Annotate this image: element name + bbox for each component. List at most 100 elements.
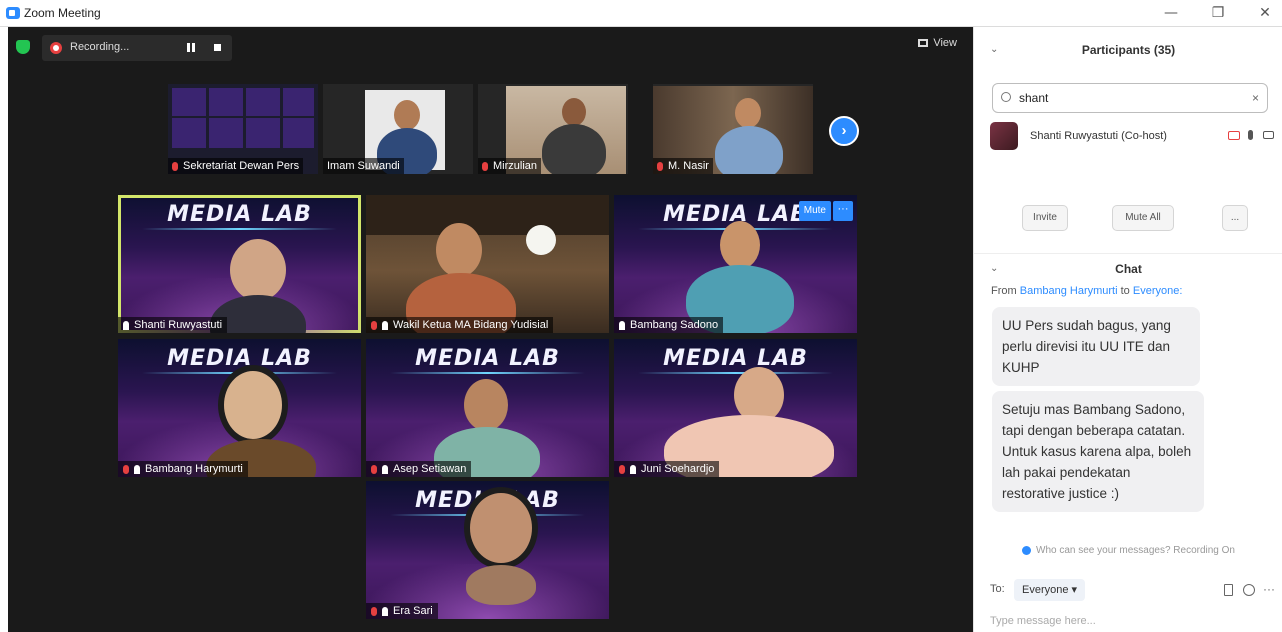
mute-all-button[interactable]: Mute All	[1112, 205, 1174, 231]
shared-gallery-preview	[172, 88, 314, 148]
next-page-arrow-icon[interactable]: ›	[829, 116, 859, 146]
tile-name: Shanti Ruwyastuti	[118, 317, 228, 333]
thumbnail-tile[interactable]: M. Nasir	[653, 84, 813, 174]
pin-icon	[382, 606, 388, 616]
thumbnail-name: Imam Suwandi	[323, 158, 404, 174]
maximize-button[interactable]: ❐	[1203, 3, 1233, 23]
thumbnail-name: M. Nasir	[653, 158, 713, 174]
view-label: View	[933, 37, 957, 49]
view-button[interactable]: View	[918, 37, 957, 49]
chat-sender-line: From Bambang Harymurti to Everyone:	[991, 285, 1183, 297]
mic-muted-icon	[371, 606, 377, 616]
file-share-icon[interactable]	[1224, 583, 1233, 596]
thumbnail-tile[interactable]: Sekretariat Dewan Pers	[168, 84, 318, 174]
participants-header: ⌄ Participants (35)	[974, 35, 1282, 65]
tile-name: Era Sari	[366, 603, 438, 619]
recording-bar: Recording...	[16, 35, 232, 61]
video-tile[interactable]: MEDIA LAB Asep Setiawan	[366, 339, 609, 477]
pin-icon	[382, 464, 388, 474]
participant-head	[735, 98, 761, 128]
mute-button[interactable]: Mute	[798, 201, 831, 221]
participant-head	[230, 239, 286, 301]
participant-body	[466, 565, 536, 605]
grid-view-icon	[918, 39, 929, 48]
zoom-app: Zoom Meeting — ❐ ✕ Recording... View Sek…	[0, 0, 1282, 632]
chat-message-input[interactable]	[990, 611, 1270, 631]
chat-recipient-row: To: Everyone ▾ ···	[990, 579, 1275, 601]
sender-name[interactable]: Bambang Harymurti	[1020, 285, 1118, 297]
stop-recording-icon[interactable]	[214, 44, 221, 51]
pin-icon	[123, 320, 129, 330]
recipient-name: Everyone:	[1132, 285, 1183, 297]
search-value: shant	[1019, 91, 1049, 105]
tile-name: Wakil Ketua MA Bidang Yudisial	[366, 317, 554, 333]
more-options-button[interactable]: ···	[833, 201, 853, 221]
pause-recording-icon[interactable]	[187, 43, 195, 52]
video-tile[interactable]: MEDIA LAB Juni Soehardjo	[614, 339, 857, 477]
video-tile[interactable]: MEDIA LAB Bambang Harymurti	[118, 339, 361, 477]
close-button[interactable]: ✕	[1250, 3, 1280, 23]
participants-title: Participants (35)	[1081, 43, 1176, 57]
participant-row[interactable]: Shanti Ruwyastuti (Co-host)	[990, 122, 1280, 152]
zoom-logo-icon	[6, 7, 20, 19]
camera-icon	[1263, 131, 1274, 140]
security-shield-icon[interactable]	[16, 40, 30, 54]
pin-icon	[630, 464, 636, 474]
thumbnail-tile[interactable]: Mirzulian	[478, 84, 628, 174]
chat-privacy-notice[interactable]: Who can see your messages? Recording On	[974, 545, 1282, 556]
invite-button[interactable]: Invite	[1022, 205, 1068, 231]
collapse-participants-chevron-icon[interactable]: ⌄	[990, 35, 998, 65]
chat-message: UU Pers sudah bagus, yang perlu direvisi…	[992, 307, 1200, 386]
flower-vase	[526, 225, 556, 255]
chat-more-icon[interactable]: ···	[1263, 582, 1275, 596]
pin-icon	[134, 464, 140, 474]
participant-head	[464, 379, 508, 431]
mic-muted-icon	[657, 161, 663, 171]
mic-muted-icon	[123, 464, 129, 474]
participant-body	[715, 126, 783, 174]
recipient-select[interactable]: Everyone ▾	[1014, 579, 1086, 601]
clear-search-icon[interactable]: ×	[1252, 84, 1259, 112]
video-tile[interactable]: MEDIA LAB Mute ··· Bambang Sadono	[614, 195, 857, 333]
collapse-chat-chevron-icon[interactable]: ⌄	[990, 254, 998, 284]
participant-head	[720, 221, 760, 269]
search-icon	[1001, 92, 1011, 102]
tile-name: Bambang Harymurti	[118, 461, 248, 477]
tile-name: Asep Setiawan	[366, 461, 472, 477]
emoji-icon[interactable]	[1243, 583, 1255, 596]
cloud-recording-icon	[50, 42, 62, 54]
participant-search-input[interactable]: shant ×	[992, 83, 1268, 113]
participant-head	[464, 487, 538, 569]
participant-head	[218, 365, 288, 445]
people-icon	[1022, 545, 1031, 555]
mic-muted-icon	[371, 320, 377, 330]
participant-head	[436, 223, 482, 277]
share-screen-icon	[1228, 130, 1240, 140]
mic-muted-icon	[371, 464, 377, 474]
title-bar: Zoom Meeting — ❐ ✕	[0, 0, 1282, 27]
pin-icon	[382, 320, 388, 330]
gallery-divider	[172, 116, 314, 118]
minimize-button[interactable]: —	[1156, 3, 1186, 23]
participant-head	[562, 98, 586, 126]
bookshelf	[366, 195, 609, 235]
participant-status-icons	[1228, 129, 1274, 141]
video-tile[interactable]: MEDIA LAB Era Sari	[366, 481, 609, 619]
media-lab-banner: MEDIA LAB	[614, 339, 857, 379]
recording-pill: Recording...	[42, 35, 232, 61]
chat-header: ⌄ Chat	[974, 253, 1282, 283]
thumbnail-name: Sekretariat Dewan Pers	[168, 158, 304, 174]
meeting-area: Recording... View Sekretariat Dewan Pers…	[8, 27, 973, 632]
video-tile-active-speaker[interactable]: MEDIA LAB Shanti Ruwyastuti	[118, 195, 361, 333]
thumbnail-tile[interactable]: Imam Suwandi	[323, 84, 473, 174]
video-tile[interactable]: Wakil Ketua MA Bidang Yudisial	[366, 195, 609, 333]
participant-head	[394, 100, 420, 130]
more-participant-options-button[interactable]: ...	[1222, 205, 1248, 231]
tile-name: Juni Soehardjo	[614, 461, 720, 477]
chat-tools: ···	[1224, 582, 1275, 596]
to-label: To:	[990, 583, 1005, 595]
mic-muted-icon	[172, 161, 178, 171]
media-lab-banner: MEDIA LAB	[366, 339, 609, 379]
chat-message: Setuju mas Bambang Sadono, tapi dengan b…	[992, 391, 1204, 512]
side-panel: ⌄ Participants (35) shant × Shanti Ruwya…	[973, 27, 1282, 632]
